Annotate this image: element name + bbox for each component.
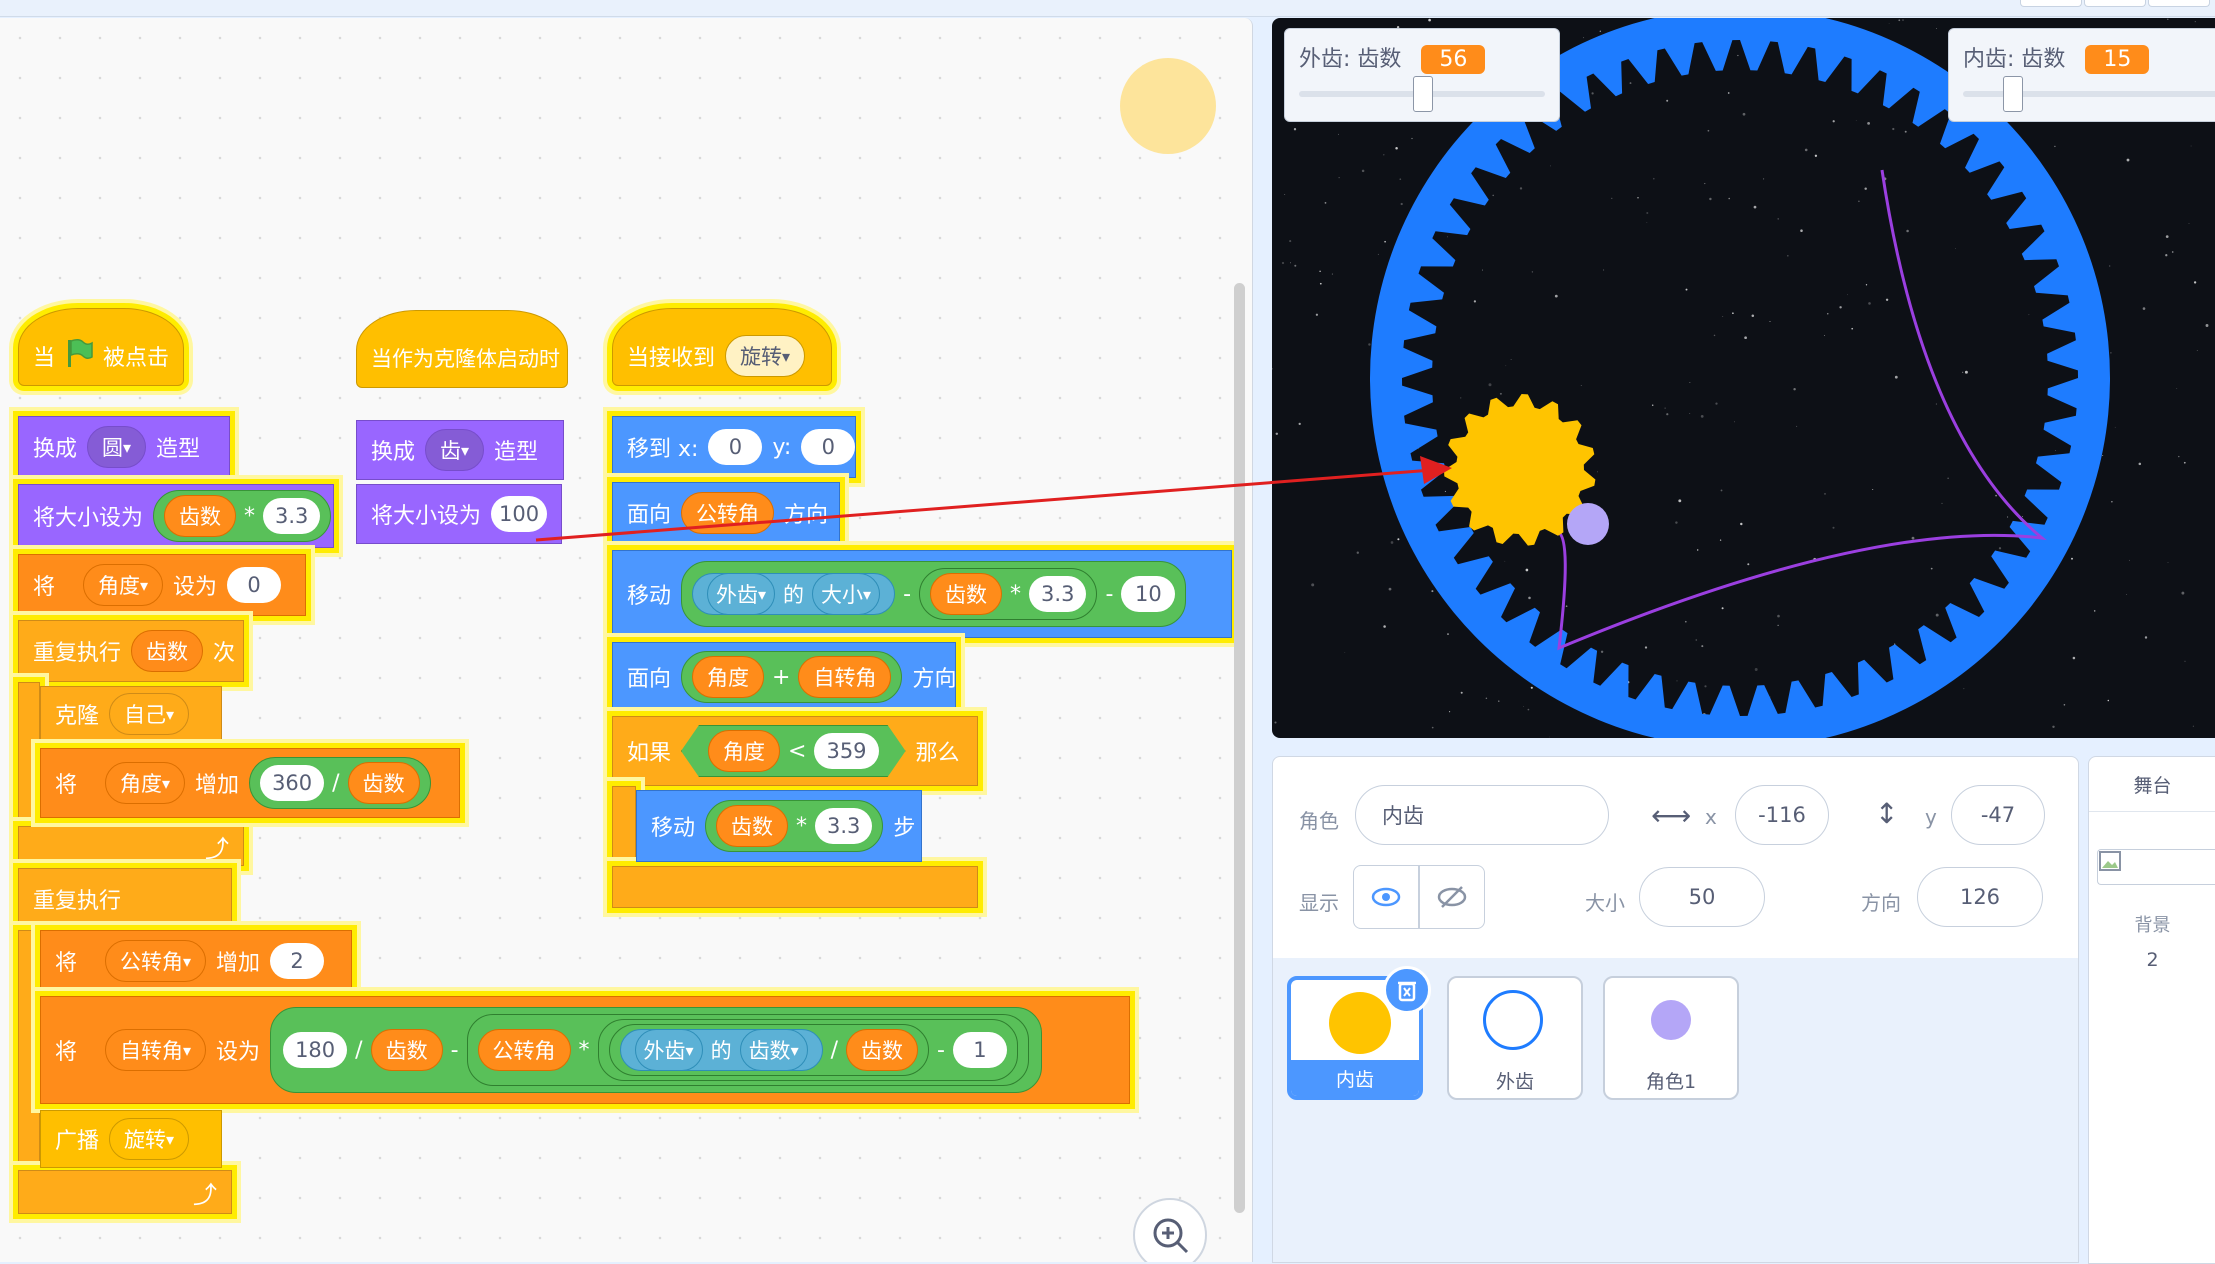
backdrop-thumbnail[interactable]: [2097, 849, 2215, 885]
stage-panel[interactable]: 舞台 背景 2: [2088, 756, 2215, 1264]
sprite-thumbnail: [1483, 990, 1543, 1050]
sprite-info-panel: 角色 内齿 ⟷ x -116 ↕ y -47 显示 大小 50 方向 126: [1272, 756, 2079, 960]
sprite-name-field[interactable]: 内齿: [1355, 785, 1609, 845]
broken-image-icon: [2099, 851, 2121, 871]
size-label: 大小: [1585, 891, 1625, 915]
sprite-tile-inner-gear[interactable]: 内齿: [1287, 966, 1431, 1100]
direction-field[interactable]: 126: [1917, 867, 2043, 927]
sprite-name-label: 角色: [1299, 809, 1339, 833]
sprite-tile-outer-gear[interactable]: 外齿: [1447, 976, 1583, 1100]
sprite-thumbnail: [1329, 992, 1391, 1054]
x-arrows-icon: ⟷: [1651, 799, 1692, 832]
eye-hidden-icon: [1437, 886, 1467, 908]
sprite-list: 内齿 外齿 角色1: [1272, 958, 2079, 1263]
size-field[interactable]: 50: [1639, 867, 1765, 927]
x-field[interactable]: -116: [1735, 785, 1829, 845]
delete-sprite-button[interactable]: [1383, 966, 1431, 1014]
backdrop-label: 背景: [2134, 915, 2171, 936]
eye-icon: [1371, 887, 1401, 907]
stage-panel-title: 舞台: [2089, 757, 2215, 812]
y-arrows-icon: ↕: [1875, 797, 1899, 830]
sprite-tile-label: 外齿: [1495, 1070, 1534, 1093]
hide-sprite-button[interactable]: [1419, 865, 1485, 929]
sprite-tile-sprite1[interactable]: 角色1: [1603, 976, 1739, 1100]
backdrop-count: 2: [2146, 949, 2159, 971]
trash-icon: [1398, 981, 1416, 1002]
x-label: x: [1705, 805, 1717, 829]
direction-label: 方向: [1861, 891, 1901, 915]
sprite-tile-label: 内齿: [1291, 1060, 1419, 1096]
y-field[interactable]: -47: [1951, 785, 2045, 845]
sprite-thumbnail: [1651, 1000, 1691, 1040]
show-sprite-button[interactable]: [1353, 865, 1419, 929]
show-label: 显示: [1299, 891, 1339, 915]
y-label: y: [1925, 805, 1937, 829]
sprite-tile-label: 角色1: [1645, 1070, 1697, 1093]
